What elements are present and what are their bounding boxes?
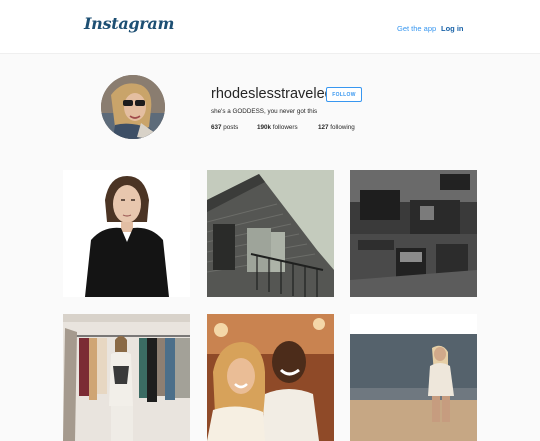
post-thumbnail[interactable] <box>63 170 190 297</box>
post-thumbnail[interactable] <box>350 314 477 441</box>
profile-bio: she's a GODDESS, you never got this <box>211 108 318 115</box>
post-thumbnail[interactable] <box>350 170 477 297</box>
following-count: 127 <box>318 124 329 131</box>
top-nav-bar: Instagram Get the app Log in <box>0 0 540 54</box>
followers-stat[interactable]: 190k followers <box>257 124 298 131</box>
follow-button[interactable]: FOLLOW <box>326 87 362 102</box>
post-thumbnail[interactable] <box>207 170 334 297</box>
posts-stat: 637 posts <box>211 124 238 131</box>
following-label: following <box>330 124 355 131</box>
followers-count: 190k <box>257 124 272 131</box>
followers-label: followers <box>272 124 298 131</box>
profile-avatar[interactable] <box>101 75 165 139</box>
posts-count: 637 <box>211 124 222 131</box>
profile-header: rhodeslesstraveled FOLLOW she's a GODDES… <box>0 53 540 170</box>
profile-username: rhodeslesstraveled <box>211 86 333 102</box>
get-the-app-link[interactable]: Get the app <box>397 24 436 33</box>
post-thumbnail[interactable] <box>63 314 190 441</box>
instagram-logo[interactable]: Instagram <box>84 14 174 33</box>
log-in-link[interactable]: Log in <box>441 24 464 33</box>
posts-label: posts <box>223 124 239 131</box>
post-thumbnail[interactable] <box>207 314 334 441</box>
following-stat[interactable]: 127 following <box>318 124 355 131</box>
